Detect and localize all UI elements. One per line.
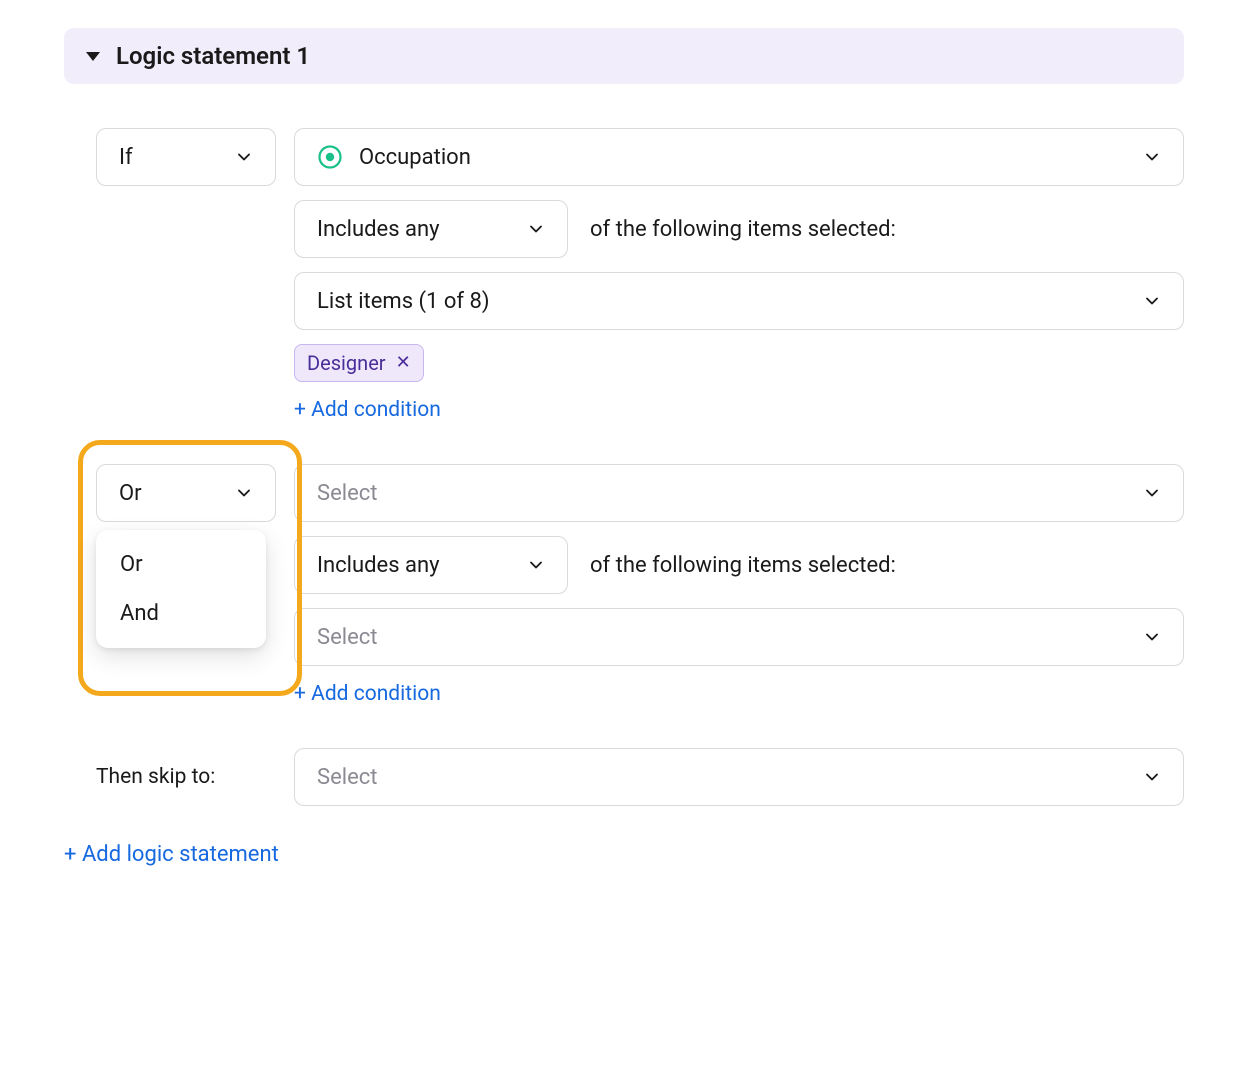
skip-target-select[interactable]: Select	[294, 748, 1184, 806]
condition-block-2: Or Or And Select	[64, 464, 1184, 706]
skip-target-placeholder: Select	[317, 765, 377, 790]
then-skip-label: Then skip to:	[96, 765, 215, 789]
connector-label: If	[119, 145, 133, 170]
chevron-down-icon	[1141, 482, 1163, 504]
question-select[interactable]: Select	[294, 464, 1184, 522]
condition-block-1: If Occupati	[64, 128, 1184, 422]
chevron-down-icon	[1141, 290, 1163, 312]
question-label: Occupation	[359, 145, 471, 170]
chevron-down-icon	[233, 482, 255, 504]
chevron-down-icon	[233, 146, 255, 168]
question-select[interactable]: Occupation	[294, 128, 1184, 186]
list-items-select[interactable]: Select	[294, 608, 1184, 666]
radio-circle-icon	[317, 144, 343, 170]
list-items-select[interactable]: List items (1 of 8)	[294, 272, 1184, 330]
connector-label: Or	[119, 481, 142, 506]
dropdown-option-and[interactable]: And	[96, 589, 266, 638]
operator-helper-text: of the following items selected:	[590, 553, 896, 578]
question-placeholder: Select	[317, 481, 377, 506]
connector-select-if[interactable]: If	[96, 128, 276, 186]
logic-statement-title: Logic statement 1	[116, 42, 310, 70]
list-items-label: List items (1 of 8)	[317, 289, 490, 314]
add-logic-statement-link[interactable]: + Add logic statement	[64, 842, 1184, 867]
operator-label: Includes any	[317, 217, 440, 242]
chip-designer: Designer ✕	[294, 344, 424, 382]
collapse-caret-icon	[86, 52, 100, 61]
then-row: Then skip to: Select	[96, 748, 1184, 806]
add-condition-link[interactable]: + Add condition	[294, 398, 441, 422]
operator-select[interactable]: Includes any	[294, 536, 568, 594]
logic-card: Logic statement 1 If	[36, 0, 1212, 917]
chevron-down-icon	[1141, 146, 1163, 168]
logic-statement-header[interactable]: Logic statement 1	[64, 28, 1184, 84]
chip-remove-icon[interactable]: ✕	[396, 354, 411, 372]
selected-chips: Designer ✕	[294, 344, 1184, 382]
chevron-down-icon	[525, 218, 547, 240]
chevron-down-icon	[525, 554, 547, 576]
chevron-down-icon	[1141, 766, 1163, 788]
operator-label: Includes any	[317, 553, 440, 578]
connector-dropdown: Or And	[96, 530, 266, 648]
add-condition-link[interactable]: + Add condition	[294, 682, 441, 706]
chevron-down-icon	[1141, 626, 1163, 648]
chip-label: Designer	[307, 351, 386, 375]
dropdown-option-or[interactable]: Or	[96, 540, 266, 589]
connector-select-or[interactable]: Or	[96, 464, 276, 522]
list-items-placeholder: Select	[317, 625, 377, 650]
operator-helper-text: of the following items selected:	[590, 217, 896, 242]
operator-select[interactable]: Includes any	[294, 200, 568, 258]
